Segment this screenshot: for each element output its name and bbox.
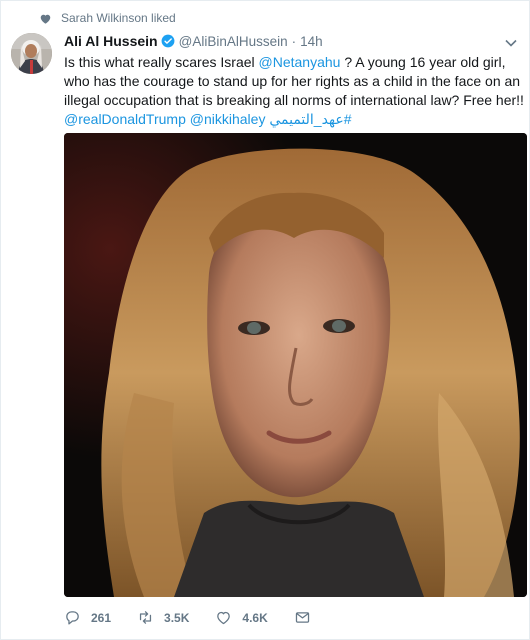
tweet-text: Is this what really scares Israel @Netan… (64, 53, 524, 129)
chevron-down-icon[interactable] (505, 39, 517, 47)
envelope-icon (295, 612, 309, 623)
tweet-text-part1: Is this what really scares Israel (64, 54, 259, 70)
retweet-count: 3.5K (164, 610, 190, 625)
portrait-image (64, 133, 527, 597)
reply-icon (66, 611, 79, 625)
heart-icon (40, 14, 51, 24)
mention-netanyahu[interactable]: @Netanyahu (259, 54, 341, 70)
heart-icon (217, 611, 231, 625)
social-context-text[interactable]: Sarah Wilkinson liked (61, 11, 176, 25)
hashtag-link[interactable]: #عهد_التميمي (269, 111, 351, 127)
like-count: 4.6K (242, 610, 268, 625)
social-context: Sarah Wilkinson liked (39, 9, 176, 27)
reply-button[interactable]: 261 (64, 609, 111, 626)
tweet-card[interactable]: Sarah Wilkinson liked Ali Al Hussein @Al… (0, 0, 530, 640)
avatar-image (11, 33, 52, 74)
tweet-actions: 261 3.5K 4.6K (64, 609, 337, 626)
separator-dot: · (291, 33, 297, 49)
direct-message-button[interactable] (294, 609, 311, 626)
mention-nikkihaley[interactable]: @nikkihaley (190, 111, 266, 127)
tweet-time[interactable]: 14h (300, 34, 323, 49)
avatar[interactable] (11, 33, 52, 74)
retweet-icon (139, 611, 152, 624)
tweet-photo[interactable] (64, 133, 527, 597)
mention-realdonaldtrump[interactable]: @realDonaldTrump (64, 111, 186, 127)
reply-count: 261 (91, 610, 112, 625)
retweet-button[interactable]: 3.5K (137, 609, 189, 626)
author-handle[interactable]: @AliBinAlHussein (179, 34, 288, 49)
like-button[interactable]: 4.6K (215, 609, 268, 626)
verified-badge-icon (161, 34, 175, 48)
author-name[interactable]: Ali Al Hussein (64, 33, 158, 49)
tweet-header: Ali Al Hussein @AliBinAlHussein · 14h (64, 33, 323, 49)
